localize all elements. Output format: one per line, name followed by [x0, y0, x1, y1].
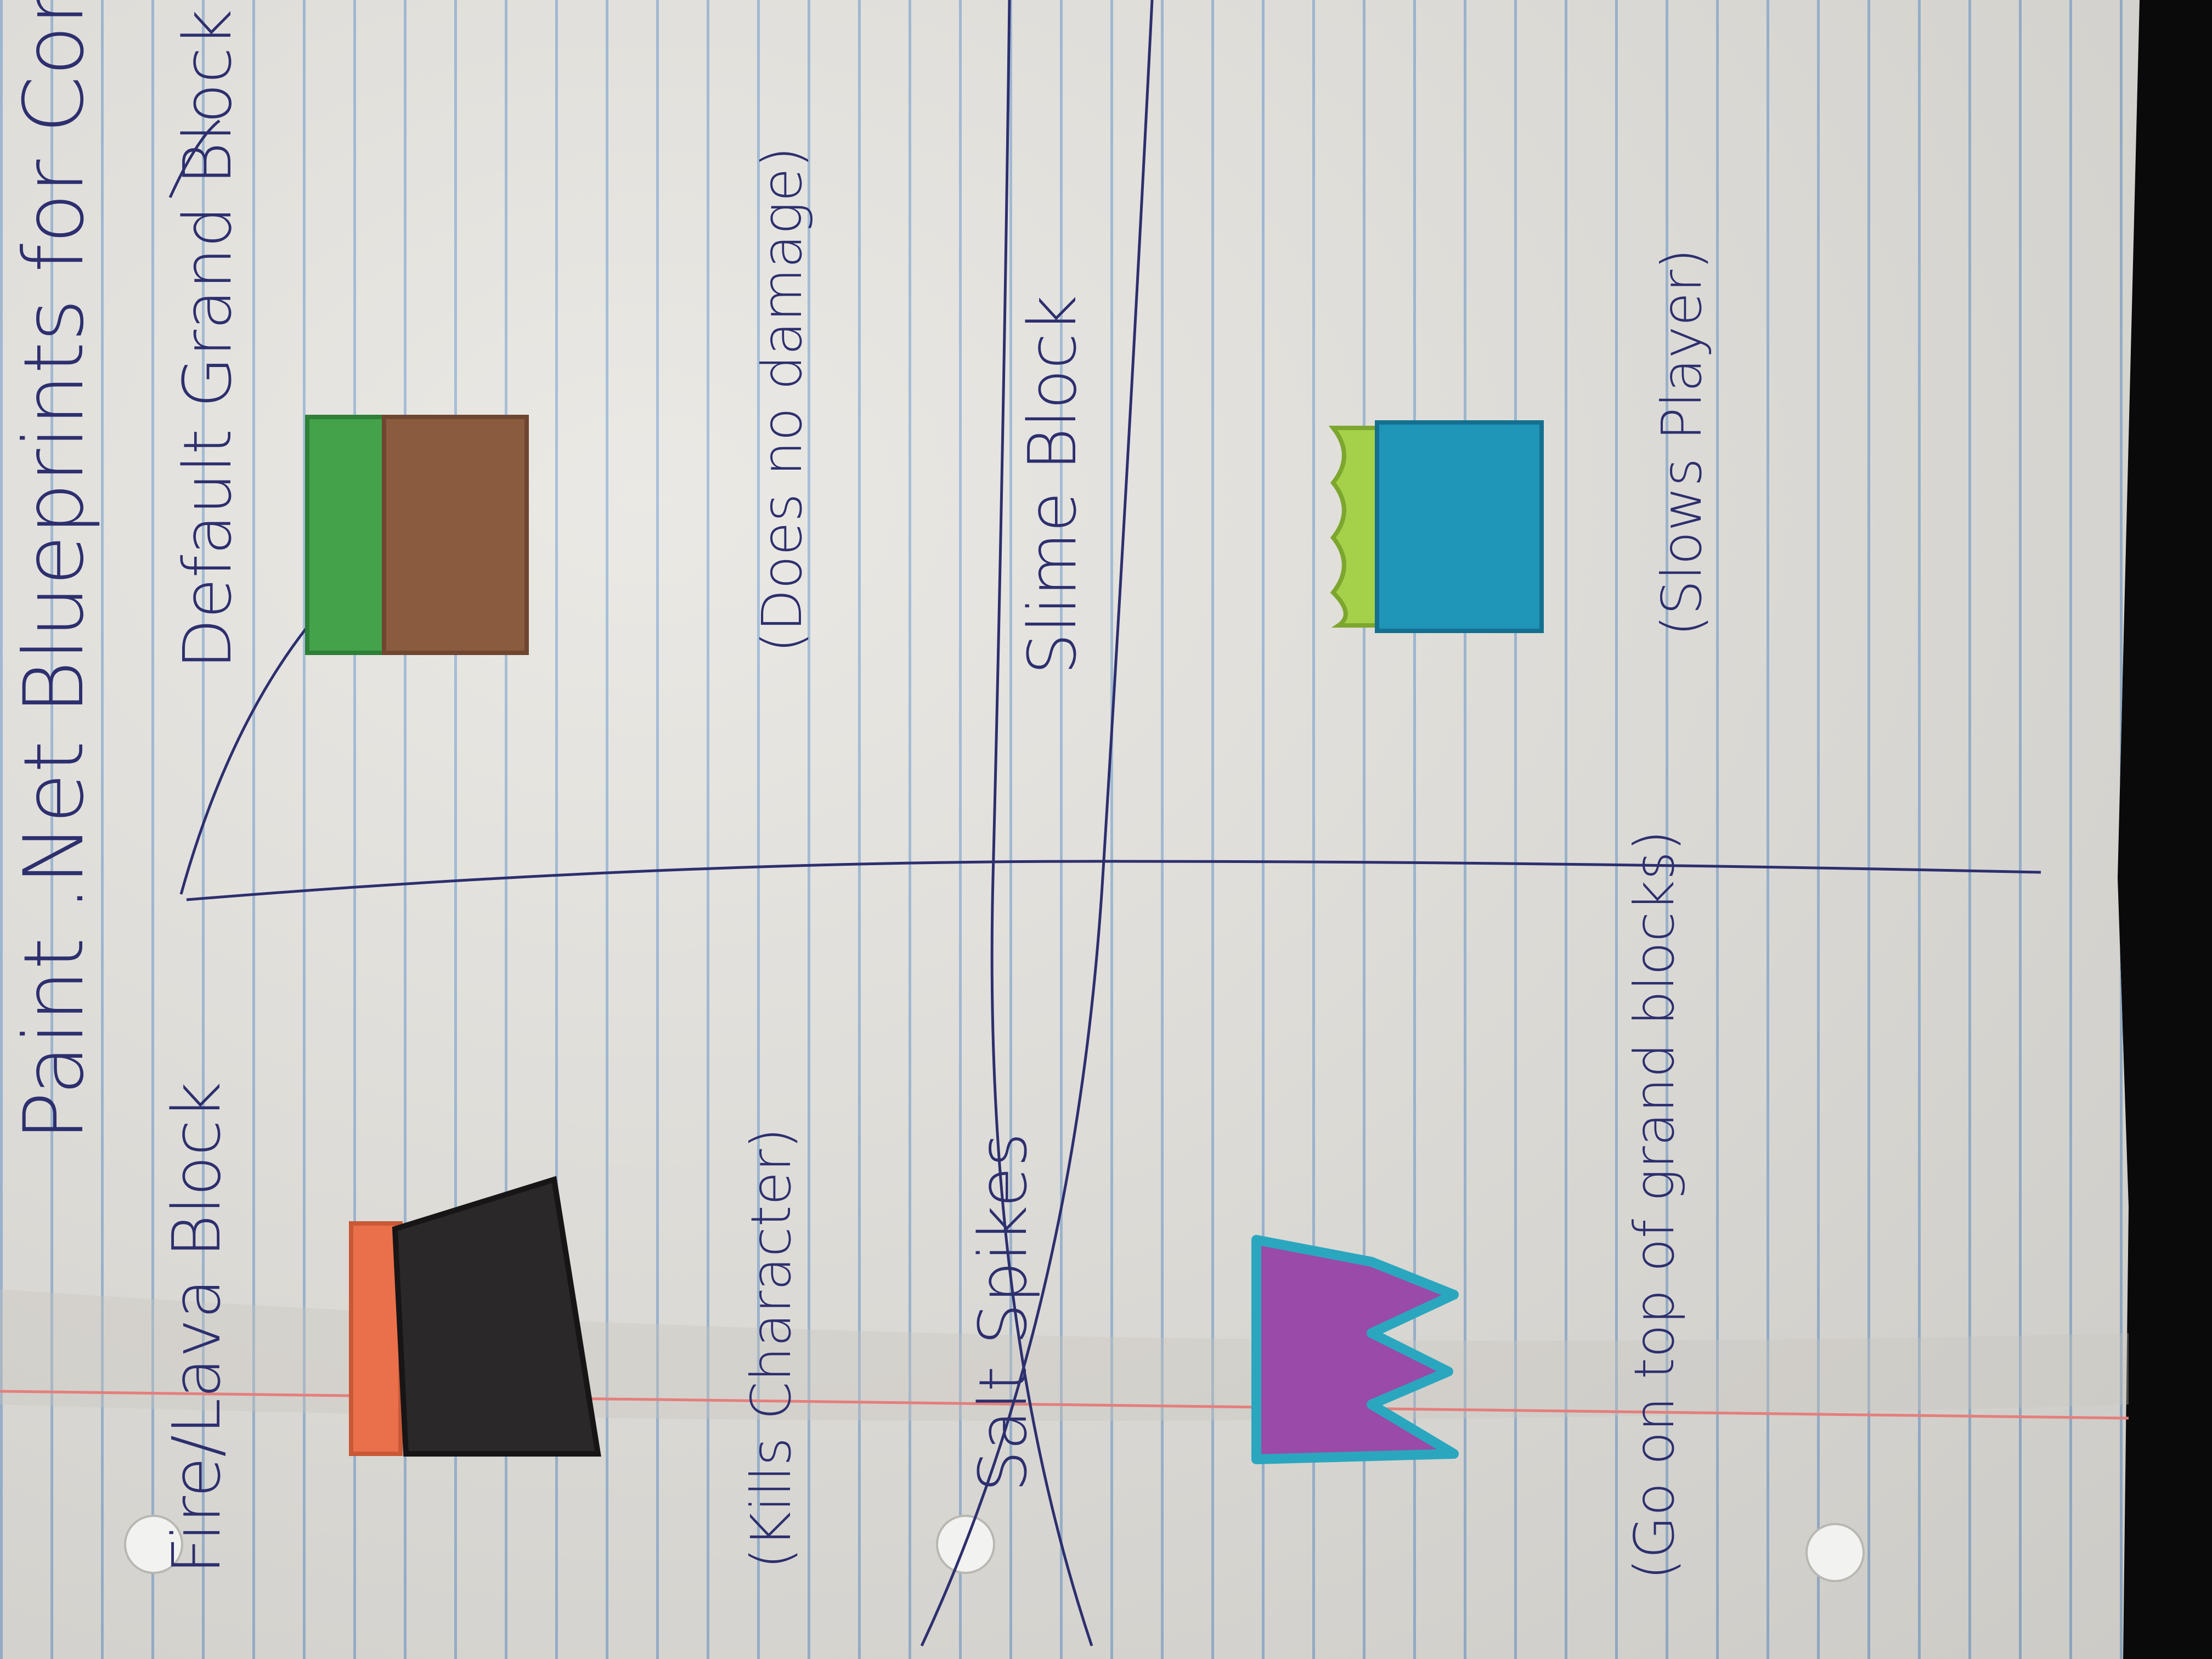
slime-block-note: (Slows Player): [1650, 249, 1714, 636]
fire-lava-block-heading: Fire/Lava Block: [159, 1082, 235, 1575]
slime-block-heading: Slime Block: [1015, 295, 1091, 675]
grass-dirt-block-drawing: [305, 415, 529, 655]
salt-spikes-heading: Salt Spikes: [966, 1133, 1042, 1493]
notebook-paper: [0, 0, 2140, 1659]
slime-block-drawing: [1328, 420, 1544, 633]
default-grand-block-heading: Default Grand Block: [170, 9, 246, 669]
notebook-photo: Paint .Net Blueprints for Connor Default…: [0, 0, 2212, 1659]
page-title: Paint .Net Blueprints for Connor: [7, 0, 102, 1141]
default-grand-block-note: (Does no damage): [750, 146, 814, 653]
fire-lava-block-note: (Kills Character): [739, 1127, 803, 1569]
salt-spikes-note: (Go on top of grand blocks): [1622, 830, 1686, 1580]
